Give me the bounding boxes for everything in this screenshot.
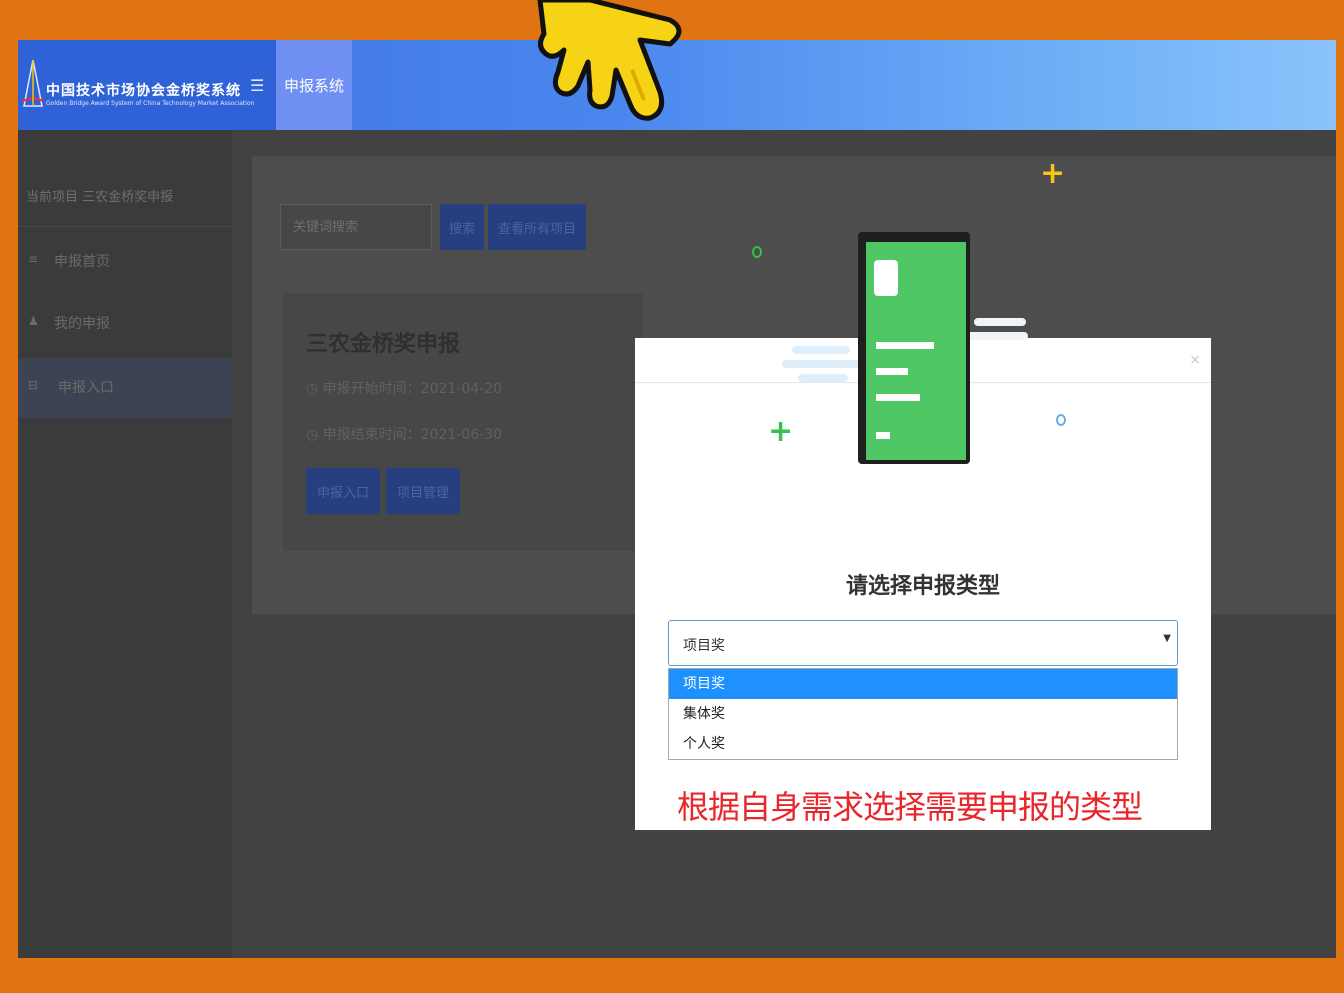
tutorial-hint-text: 根据自身需求选择需要申报的类型 [677, 788, 1143, 826]
ring-sparkle-icon [1056, 414, 1066, 426]
clock-icon: ◷ [306, 381, 323, 397]
declare-entry-button[interactable]: 申报入口 [306, 468, 380, 514]
card-end-date: ◷ 申报结束时间：2021-06-30 [306, 424, 502, 444]
sidebar: 当前项目 三农金桥奖申报 ≡ 申报首页 ♟ 我的申报 ⊟ 申报入口 [18, 130, 232, 958]
sidebar-item-home[interactable]: ≡ 申报首页 [18, 232, 232, 292]
clock-icon: ◷ [306, 427, 323, 443]
menu-toggle-icon[interactable]: ☰ [250, 76, 264, 95]
user-icon: ♟ [28, 314, 39, 328]
card-title: 三农金桥奖申报 [306, 332, 461, 357]
document-icon: ⊟ [28, 378, 39, 392]
search-button[interactable]: 搜索 [440, 204, 484, 250]
sidebar-item-my-declarations[interactable]: ♟ 我的申报 [18, 294, 232, 354]
plus-sparkle-icon: + [1040, 156, 1066, 191]
logo-area: 中国技术市场协会金桥奖系统 Golden Bridge Award System… [18, 40, 276, 130]
divider [18, 226, 232, 227]
app-window: 中国技术市场协会金桥奖系统 Golden Bridge Award System… [18, 40, 1336, 958]
card-start-date: ◷ 申报开始时间：2021-04-20 [306, 378, 502, 398]
list-icon: ≡ [28, 252, 39, 266]
project-management-button[interactable]: 项目管理 [386, 468, 460, 514]
sidebar-item-label: 申报入口 [58, 380, 114, 396]
ring-sparkle-icon [752, 246, 762, 258]
plus-sparkle-icon: + [768, 414, 794, 449]
current-project-label: 当前项目 三农金桥奖申报 [26, 190, 174, 205]
option-individual-award[interactable]: 个人奖 [669, 729, 1177, 759]
close-icon[interactable]: × [1189, 352, 1201, 368]
declare-type-dropdown: 项目奖 集体奖 个人奖 [668, 668, 1178, 760]
nav-tab-declare-system[interactable]: 申报系统 [276, 40, 352, 130]
view-all-projects-button[interactable]: 查看所有项目 [488, 204, 586, 250]
search-input[interactable]: 关键词搜索 [280, 204, 432, 250]
end-date-text: 申报结束时间：2021-06-30 [322, 427, 503, 443]
app-title: 中国技术市场协会金桥奖系统 [46, 83, 241, 99]
app-subtitle: Golden Bridge Award System of China Tech… [46, 100, 255, 107]
declare-type-select[interactable]: 项目奖 ▼ [668, 620, 1178, 666]
logo-icon [22, 59, 44, 107]
select-value: 项目奖 [683, 638, 725, 654]
sidebar-item-declare-entry[interactable]: ⊟ 申报入口 [18, 358, 232, 418]
modal-prompt: 请选择申报类型 [845, 574, 1000, 599]
phone-illustration-icon [858, 232, 970, 464]
sidebar-item-label: 我的申报 [54, 316, 110, 332]
option-project-award[interactable]: 项目奖 [669, 669, 1177, 699]
sidebar-item-label: 申报首页 [54, 254, 110, 270]
start-date-text: 申报开始时间：2021-04-20 [322, 381, 503, 397]
chevron-down-icon: ▼ [1163, 633, 1171, 644]
pointing-hand-icon [537, 0, 682, 121]
option-collective-award[interactable]: 集体奖 [669, 699, 1177, 729]
